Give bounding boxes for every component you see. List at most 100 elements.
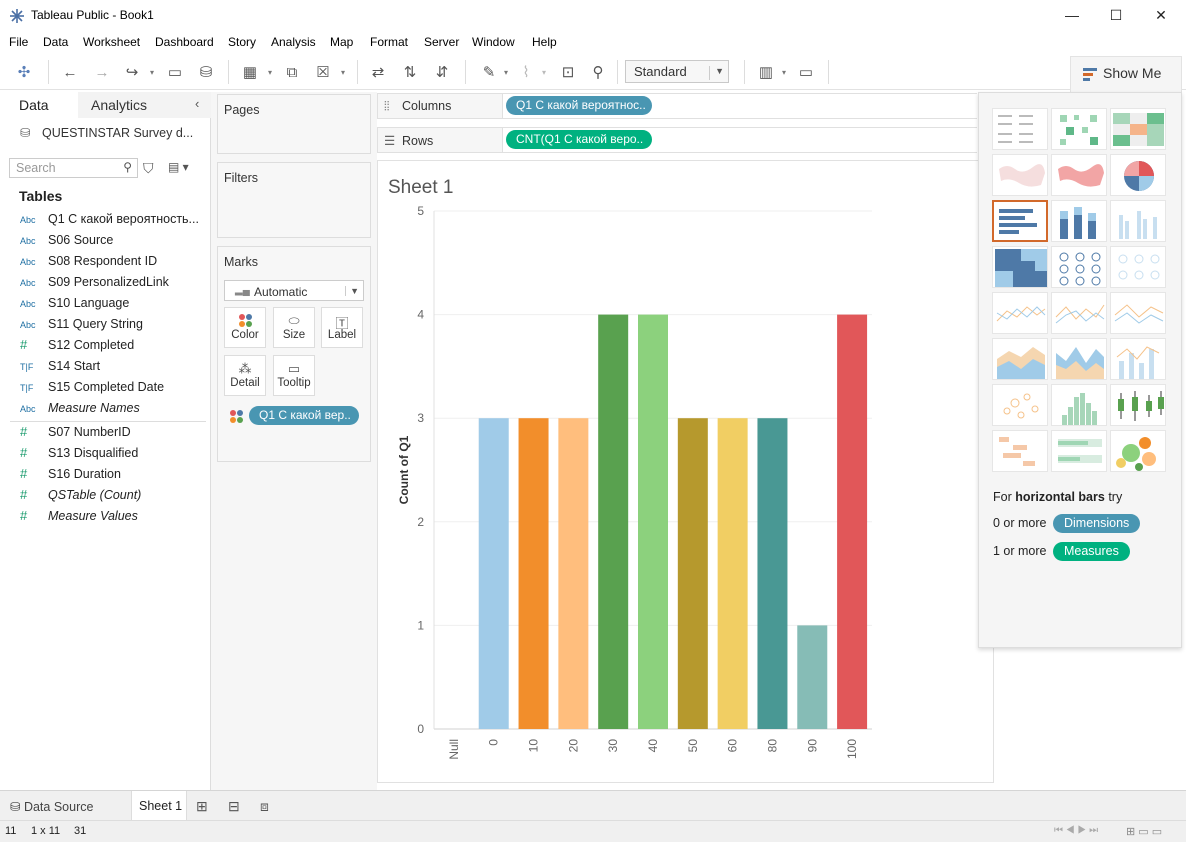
sheet-navigation-icon[interactable]: ⏮ ◀ ▶ ⏭ <box>1054 825 1098 836</box>
measure-item[interactable]: # S07 NumberID <box>20 424 131 444</box>
new-worksheet-dropdown-icon[interactable]: ▾ <box>268 68 272 77</box>
sheet-sorter-icon[interactable]: ⊞ ▭ ▭ <box>1126 825 1162 838</box>
side-by-side-circles-thumb[interactable] <box>1110 246 1166 288</box>
show-cards-dropdown-icon[interactable]: ▾ <box>782 68 786 77</box>
presentation-mode-icon[interactable]: ▭ <box>796 62 816 82</box>
field-item[interactable]: Abc Measure Names <box>20 401 140 421</box>
field-item[interactable]: Abc S11 Query String <box>20 317 143 337</box>
measure-item[interactable]: # Measure Values <box>20 508 138 528</box>
redo-icon[interactable]: → <box>92 62 112 82</box>
bullet-graph-thumb[interactable] <box>1051 430 1107 472</box>
sort-descending-icon[interactable]: ⇵ <box>432 62 452 82</box>
color-button[interactable]: Color <box>224 307 266 348</box>
field-item[interactable]: Abc S06 Source <box>20 233 113 253</box>
rows-pill[interactable]: CNT(Q1 С какой веро.. <box>506 130 652 149</box>
field-item[interactable]: Abc S10 Language <box>20 296 129 316</box>
field-item[interactable]: Abc S09 PersonalizedLink <box>20 275 169 295</box>
scatter-plot-thumb[interactable] <box>992 384 1048 426</box>
maximize-button[interactable]: ☐ <box>1096 4 1136 26</box>
packed-bubbles-thumb[interactable] <box>1110 430 1166 472</box>
side-by-side-bars-thumb[interactable] <box>1110 200 1166 242</box>
pages-card[interactable]: Pages <box>217 94 371 154</box>
minimize-button[interactable]: — <box>1052 4 1092 26</box>
filter-icon[interactable]: ⛉ <box>143 160 154 177</box>
swap-rows-columns-icon[interactable]: ⇄ <box>368 62 388 82</box>
show-me-button[interactable]: Show Me <box>1070 56 1182 92</box>
menu-file[interactable]: File <box>9 35 28 49</box>
color-field-pill[interactable]: Q1 С какой вер.. <box>249 406 359 425</box>
data-source-tab[interactable]: ⛁ Data Source <box>10 799 93 814</box>
filters-card[interactable]: Filters <box>217 162 371 238</box>
new-dashboard-icon[interactable]: ⊟ <box>228 798 248 814</box>
menu-window[interactable]: Window <box>472 35 515 49</box>
new-worksheet-icon[interactable]: ⊞ <box>196 798 216 814</box>
show-mark-labels-icon[interactable]: ⊡ <box>558 62 578 82</box>
label-button[interactable]: 🅃 Label <box>321 307 363 348</box>
fit-select[interactable]: Standard ▼ <box>625 60 729 83</box>
tab-data[interactable]: Data <box>0 92 78 118</box>
sort-ascending-icon[interactable]: ⇅ <box>400 62 420 82</box>
stacked-bars-thumb[interactable] <box>1051 200 1107 242</box>
menu-server[interactable]: Server <box>424 35 459 49</box>
measure-item[interactable]: # S16 Duration <box>20 466 121 486</box>
area-discrete-thumb[interactable] <box>992 338 1048 380</box>
filled-map-thumb[interactable] <box>1051 154 1107 196</box>
treemap-thumb[interactable] <box>992 246 1048 288</box>
collapse-pane-icon[interactable]: ‹ <box>195 96 199 111</box>
circle-view-thumb[interactable] <box>1051 246 1107 288</box>
group-dropdown-icon[interactable]: ▾ <box>542 68 546 77</box>
group-members-icon[interactable]: ⌇ <box>516 62 536 82</box>
field-item[interactable]: Abc S08 Respondent ID <box>20 254 157 274</box>
field-item[interactable]: T|F S14 Start <box>20 359 100 379</box>
tableau-home-icon[interactable]: ✣ <box>14 62 34 82</box>
show-cards-icon[interactable]: ▥ <box>756 62 776 82</box>
menu-map[interactable]: Map <box>330 35 353 49</box>
new-worksheet-icon[interactable]: ▦ <box>240 62 260 82</box>
menu-data[interactable]: Data <box>43 35 68 49</box>
field-item[interactable]: T|F S15 Completed Date <box>20 380 164 400</box>
highlight-icon[interactable]: ✎ <box>479 62 499 82</box>
text-table-thumb[interactable] <box>992 108 1048 150</box>
heat-map-thumb[interactable] <box>1051 108 1107 150</box>
gantt-chart-thumb[interactable] <box>992 430 1048 472</box>
new-story-icon[interactable]: ⧈ <box>260 798 280 814</box>
measure-item[interactable]: # S13 Disqualified <box>20 445 138 465</box>
menu-worksheet[interactable]: Worksheet <box>83 35 140 49</box>
highlight-table-thumb[interactable] <box>1110 108 1166 150</box>
undo-icon[interactable]: ← <box>60 62 80 82</box>
measure-item[interactable]: # QSTable (Count) <box>20 487 141 507</box>
area-continuous-thumb[interactable] <box>1051 338 1107 380</box>
tab-analytics[interactable]: Analytics <box>91 97 147 113</box>
clear-sheet-icon[interactable]: ☒ <box>313 62 333 82</box>
duplicate-sheet-icon[interactable]: ⧉ <box>282 62 302 82</box>
symbol-map-thumb[interactable] <box>992 154 1048 196</box>
menu-story[interactable]: Story <box>228 35 256 49</box>
replay-dropdown-icon[interactable]: ▾ <box>150 68 154 77</box>
sheet-tab[interactable]: Sheet 1 <box>131 791 187 821</box>
close-button[interactable]: ✕ <box>1141 4 1181 26</box>
save-icon[interactable]: ▭ <box>165 62 185 82</box>
tooltip-button[interactable]: ▭ Tooltip <box>273 355 315 396</box>
detail-button[interactable]: ⁂ Detail <box>224 355 266 396</box>
menu-format[interactable]: Format <box>370 35 408 49</box>
mark-type-select[interactable]: ▂▄ Automatic ▼ <box>224 280 364 301</box>
menu-analysis[interactable]: Analysis <box>271 35 316 49</box>
new-datasource-icon[interactable]: ⛁ <box>196 62 216 82</box>
pin-axes-icon[interactable]: ⚲ <box>588 62 608 82</box>
lines-continuous-thumb[interactable] <box>1051 292 1107 334</box>
replay-icon[interactable]: ↪ <box>122 62 142 82</box>
size-button[interactable]: ⬭ Size <box>273 307 315 348</box>
columns-pill[interactable]: Q1 С какой вероятнос.. <box>506 96 652 115</box>
search-input[interactable]: Search ⚲ <box>9 158 138 178</box>
pie-chart-thumb[interactable] <box>1110 154 1166 196</box>
menu-help[interactable]: Help <box>532 35 557 49</box>
horizontal-bars-thumb[interactable] <box>992 200 1048 242</box>
view-options-icon[interactable]: ▤ ▾ <box>168 160 189 174</box>
box-and-whisker-thumb[interactable] <box>1110 384 1166 426</box>
dual-lines-thumb[interactable] <box>1110 292 1166 334</box>
clear-dropdown-icon[interactable]: ▾ <box>341 68 345 77</box>
lines-discrete-thumb[interactable] <box>992 292 1048 334</box>
field-item[interactable]: # S12 Completed <box>20 337 134 357</box>
field-item[interactable]: Abc Q1 С какой вероятность... <box>20 212 199 232</box>
histogram-thumb[interactable] <box>1051 384 1107 426</box>
